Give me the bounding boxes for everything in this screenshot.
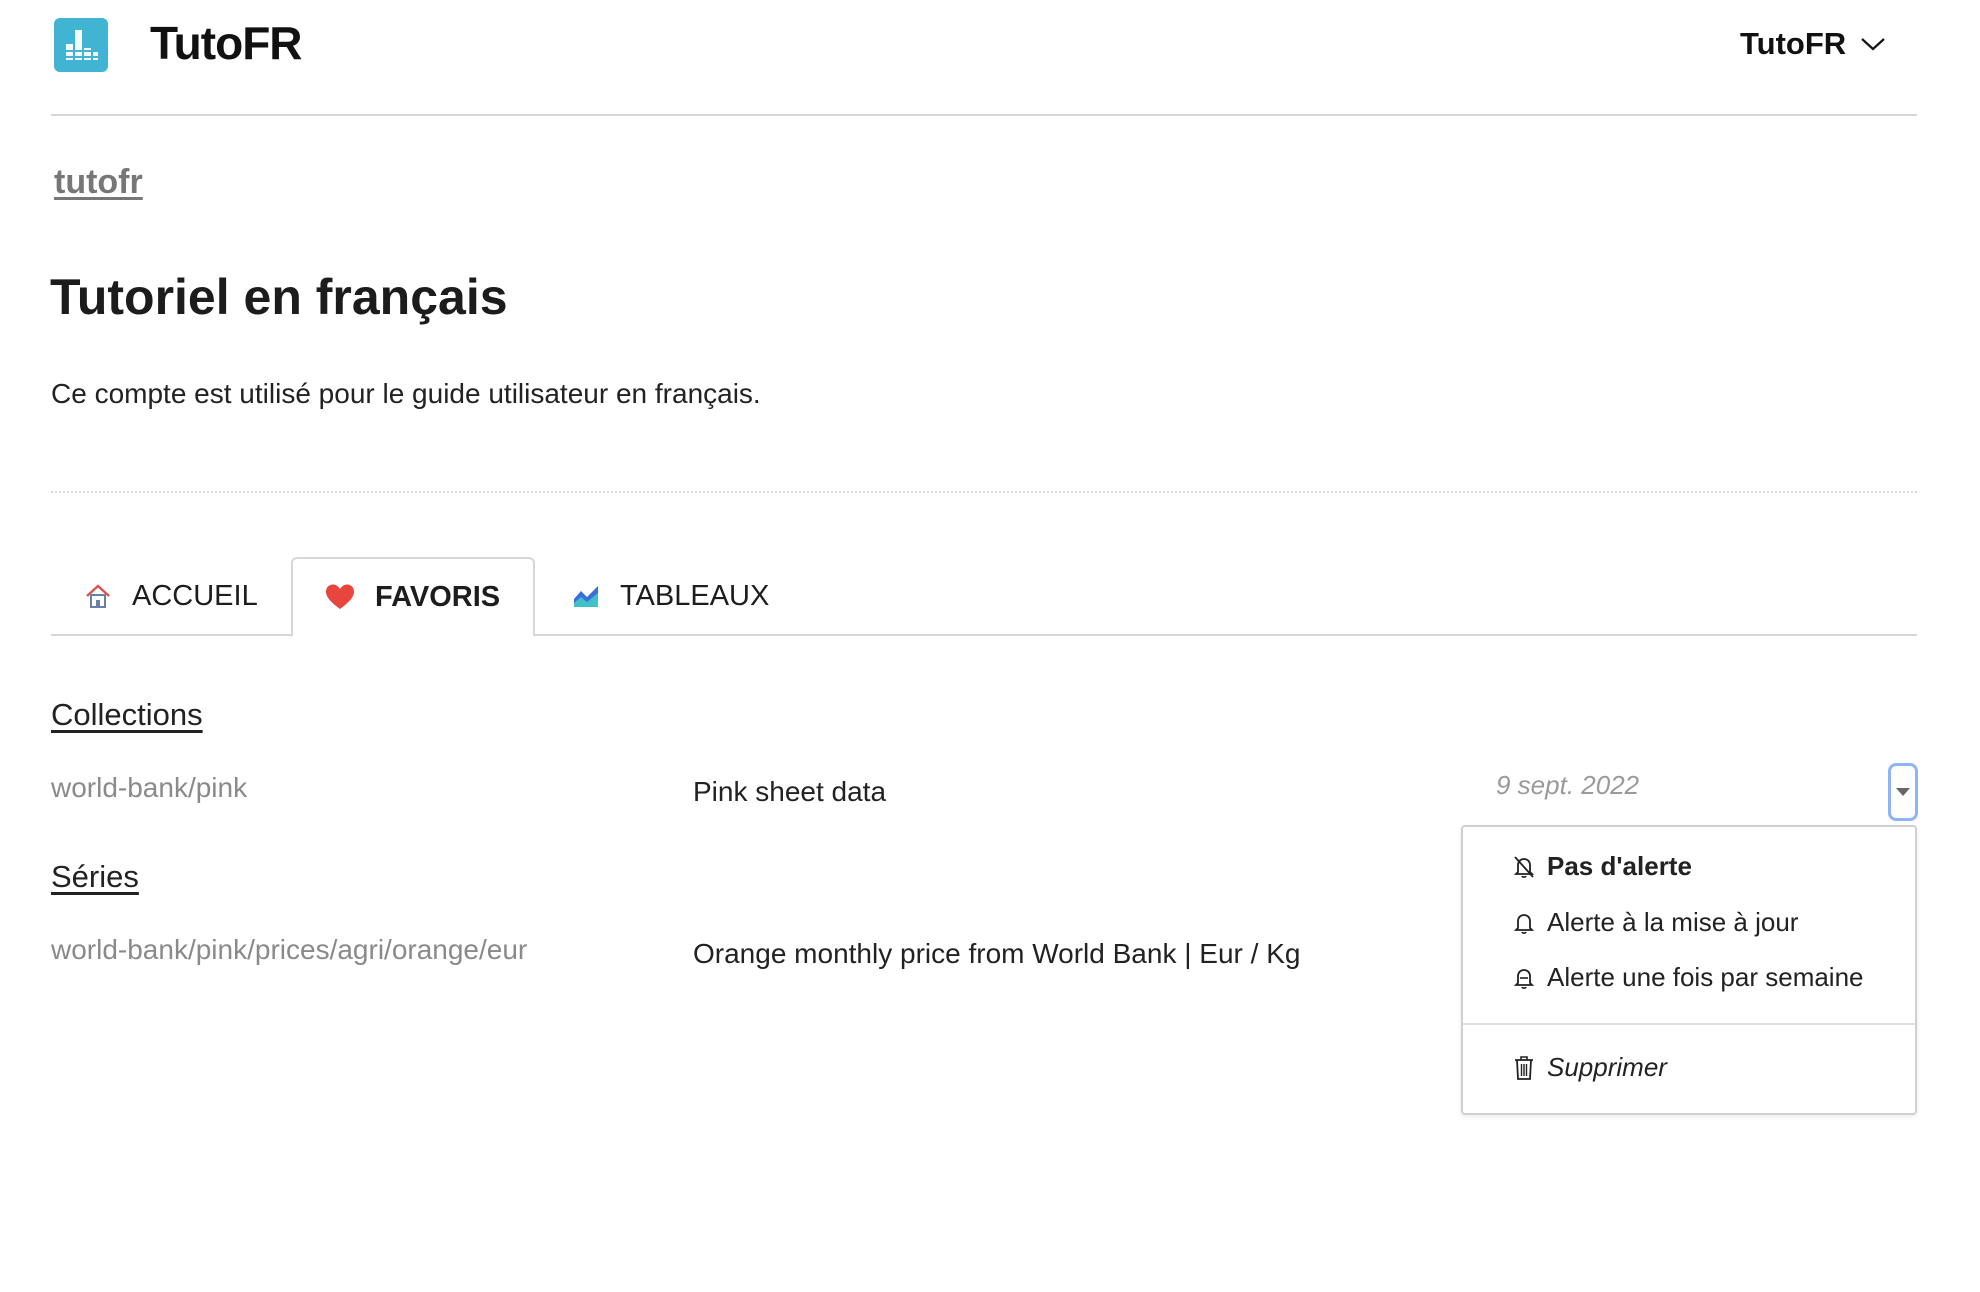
tab-label: ACCUEIL xyxy=(132,579,258,612)
menu-item-alert-on-update[interactable]: Alerte à la mise à jour xyxy=(1513,907,1798,938)
menu-item-label: Pas d'alerte xyxy=(1547,851,1692,881)
collection-slug-link[interactable]: world-bank/pink xyxy=(51,772,247,804)
alert-dropdown-toggle[interactable] xyxy=(1888,763,1918,821)
section-divider xyxy=(51,491,1917,493)
caret-down-icon xyxy=(1895,787,1911,797)
menu-item-alert-weekly[interactable]: Alerte une fois par semaine xyxy=(1513,962,1864,993)
trash-icon xyxy=(1513,1055,1535,1081)
menu-item-label: Alerte à la mise à jour xyxy=(1547,907,1799,937)
heart-icon xyxy=(325,583,355,611)
menu-item-no-alert[interactable]: Pas d'alerte xyxy=(1513,851,1692,882)
tab-favoris[interactable]: FAVORIS xyxy=(291,557,535,637)
home-icon xyxy=(84,582,112,610)
series-slug-link[interactable]: world-bank/pink/prices/agri/orange/eur xyxy=(51,934,527,966)
menu-divider xyxy=(1463,1023,1915,1025)
collection-date: 9 sept. 2022 xyxy=(1496,770,1640,800)
bell-off-icon xyxy=(1513,855,1535,879)
menu-item-label: Supprimer xyxy=(1547,1052,1667,1082)
user-menu[interactable]: TutoFR xyxy=(1740,22,1886,66)
brand-logo-icon[interactable] xyxy=(54,18,108,72)
chart-icon xyxy=(572,583,600,609)
user-menu-label: TutoFR xyxy=(1740,26,1847,61)
tab-tableaux[interactable]: TABLEAUX xyxy=(572,557,769,635)
account-slug-link[interactable]: tutofr xyxy=(54,163,143,202)
page-title: Tutoriel en français xyxy=(50,269,508,325)
header-divider xyxy=(51,114,1917,116)
bell-icon xyxy=(1513,911,1535,935)
collections-heading[interactable]: Collections xyxy=(51,697,203,733)
menu-item-label: Alerte une fois par semaine xyxy=(1547,962,1864,992)
bell-calendar-icon xyxy=(1513,966,1535,990)
tab-accueil[interactable]: ACCUEIL xyxy=(84,557,258,635)
menu-item-delete[interactable]: Supprimer xyxy=(1513,1052,1667,1083)
tab-label: TABLEAUX xyxy=(620,579,770,612)
account-description: Ce compte est utilisé pour le guide util… xyxy=(51,378,761,409)
collection-description: Pink sheet data xyxy=(693,776,887,807)
brand-name[interactable]: TutoFR xyxy=(150,16,303,70)
tab-label: FAVORIS xyxy=(375,580,501,613)
series-heading[interactable]: Séries xyxy=(51,859,139,895)
chevron-down-icon xyxy=(1860,36,1886,52)
series-description: Orange monthly price from World Bank | E… xyxy=(693,938,1301,969)
alert-dropdown-menu: Pas d'alerte Alerte à la mise à jour Ale… xyxy=(1461,825,1917,1115)
page: TutoFR TutoFR tutofr Tutoriel en françai… xyxy=(0,0,1980,1292)
